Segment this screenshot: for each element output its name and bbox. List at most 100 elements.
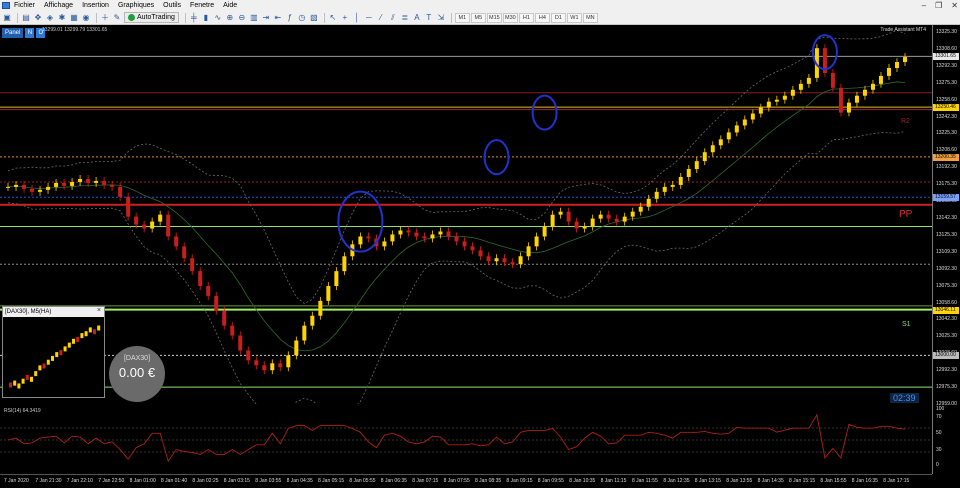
label-tool-icon[interactable]: T: [424, 13, 434, 23]
candle: [670, 184, 675, 187]
menu-item-affichage[interactable]: Affichage: [44, 2, 73, 9]
candle: [446, 231, 451, 237]
close-icon[interactable]: ✕: [951, 1, 958, 10]
toolbar-separator: [17, 12, 18, 23]
profiles-icon[interactable]: ▤: [21, 13, 31, 23]
price-axis-label: 13058.60: [936, 299, 957, 306]
price-axis-label: 13242.30: [936, 113, 957, 120]
app-icon: [2, 2, 10, 9]
crosshair-icon[interactable]: +: [340, 13, 350, 23]
menu-item-insertion[interactable]: Insertion: [82, 2, 109, 9]
candle: [230, 325, 235, 336]
candle: [766, 101, 771, 108]
price-axis-label: 13175.30: [936, 181, 957, 188]
price-axis-label: 13042.30: [936, 316, 957, 323]
mini-candle: [17, 383, 21, 389]
price-axis[interactable]: 13325.30 13308.60 13292.30 13275.30 13258.60…: [932, 25, 960, 474]
restore-icon[interactable]: ❐: [935, 1, 942, 10]
panel-n-button[interactable]: N: [25, 28, 35, 38]
templates-icon[interactable]: ▧: [309, 13, 319, 23]
rsi-axis-label: 0: [936, 462, 939, 468]
time-axis-label: 8 Jan 06:35: [380, 478, 407, 484]
horizontal-line-icon[interactable]: ─: [364, 13, 374, 23]
text-tool-icon[interactable]: A: [412, 13, 422, 23]
candle: [710, 145, 715, 153]
timeframe-d1[interactable]: D1: [550, 12, 566, 23]
editor-icon[interactable]: ✎: [112, 13, 122, 23]
autoscroll-icon[interactable]: ⇥: [261, 13, 271, 23]
new-chart-icon[interactable]: ▣: [2, 13, 12, 23]
price-tag: 13250.46: [933, 104, 959, 112]
mini-candle: [13, 380, 17, 386]
timeframe-m1[interactable]: M1: [454, 12, 470, 23]
candle: [302, 325, 307, 341]
candle: [734, 125, 739, 133]
timeframe-h4[interactable]: H4: [534, 12, 550, 23]
mini-chart-close-icon[interactable]: ×: [97, 307, 101, 314]
indicators-icon[interactable]: ƒ: [285, 13, 295, 23]
zoom-in-icon[interactable]: ⊕: [225, 13, 235, 23]
tester-icon[interactable]: ◉: [81, 13, 91, 23]
cursor-icon[interactable]: ↖: [328, 13, 338, 23]
vertical-line-icon[interactable]: │: [352, 13, 362, 23]
menu-item-aide[interactable]: Aide: [223, 2, 237, 9]
candle: [30, 188, 35, 192]
mini-candle: [9, 382, 12, 388]
rsi-panel[interactable]: RSI(14) 64.3419: [0, 406, 932, 474]
candle: [150, 221, 155, 229]
ohlc-readout: 13299.01 13299.79 13301.65: [42, 27, 108, 33]
price-axis-label: 13109.30: [936, 248, 957, 255]
timeframe-m5[interactable]: M5: [470, 12, 486, 23]
panel-label[interactable]: Panel: [2, 28, 24, 38]
arrows-icon[interactable]: ⇲: [436, 13, 446, 23]
mini-candle: [88, 327, 92, 333]
menu-item-graphiques[interactable]: Graphiques: [118, 2, 154, 9]
periods-icon[interactable]: ◷: [297, 13, 307, 23]
line-chart-icon[interactable]: ∿: [213, 13, 223, 23]
navigator-icon[interactable]: ✱: [57, 13, 67, 23]
candle: [438, 231, 443, 235]
tile-windows-icon[interactable]: ▥: [249, 13, 259, 23]
timeframe-m15[interactable]: M15: [486, 12, 502, 23]
timeframe-h1[interactable]: H1: [518, 12, 534, 23]
chart-window[interactable]: Panel N O 13299.01 13299.79 13301.65 Tra…: [0, 25, 960, 488]
rsi-chart-svg: [0, 413, 932, 463]
autotrading-button[interactable]: AutoTrading: [124, 12, 179, 23]
candle: [478, 250, 483, 257]
equidistant-channel-icon[interactable]: ⫽: [388, 13, 398, 23]
minimize-icon[interactable]: –: [922, 1, 926, 10]
trendline-icon[interactable]: ⁄: [376, 13, 386, 23]
candle: [190, 258, 195, 272]
time-axis-label: 8 Jan 15:15: [789, 478, 816, 484]
bar-chart-icon[interactable]: ╪: [189, 13, 199, 23]
chart-shift-icon[interactable]: ⇤: [273, 13, 283, 23]
timeframe-mn[interactable]: MN: [582, 12, 598, 23]
candle: [254, 360, 259, 366]
main-chart-panel[interactable]: Panel N O 13299.01 13299.79 13301.65 Tra…: [0, 25, 932, 417]
candle: [222, 310, 227, 326]
mini-chart-window[interactable]: [DAX30], M5(HA) ×: [2, 306, 105, 398]
timeframe-m30[interactable]: M30: [502, 12, 518, 23]
candle: [462, 241, 467, 247]
mini-candle: [93, 329, 96, 335]
fibonacci-icon[interactable]: ≣: [400, 13, 410, 23]
candlestick-icon[interactable]: ▮: [201, 13, 211, 23]
candle: [518, 256, 523, 265]
zoom-out-icon[interactable]: ⊖: [237, 13, 247, 23]
terminal-icon[interactable]: ▦: [69, 13, 79, 23]
candle: [870, 83, 875, 90]
menu-item-outils[interactable]: Outils: [163, 2, 181, 9]
menu-bar: Fichier Affichage Insertion Graphiques O…: [0, 0, 960, 11]
market-watch-icon[interactable]: ◈: [45, 13, 55, 23]
menu-item-fichier[interactable]: Fichier: [14, 2, 35, 9]
time-axis-label: 8 Jan 09:15: [506, 478, 533, 484]
price-axis-label: 13092.30: [936, 265, 957, 272]
crosshair-move-icon[interactable]: ✥: [33, 13, 43, 23]
new-order-icon[interactable]: ＋: [100, 13, 110, 23]
mini-candle: [84, 331, 88, 337]
candle: [750, 113, 755, 120]
timeframe-w1[interactable]: W1: [566, 12, 582, 23]
toolbar-separator: [323, 12, 325, 23]
menu-item-fenetre[interactable]: Fenetre: [190, 2, 214, 9]
bollinger-upper: [7, 29, 906, 304]
